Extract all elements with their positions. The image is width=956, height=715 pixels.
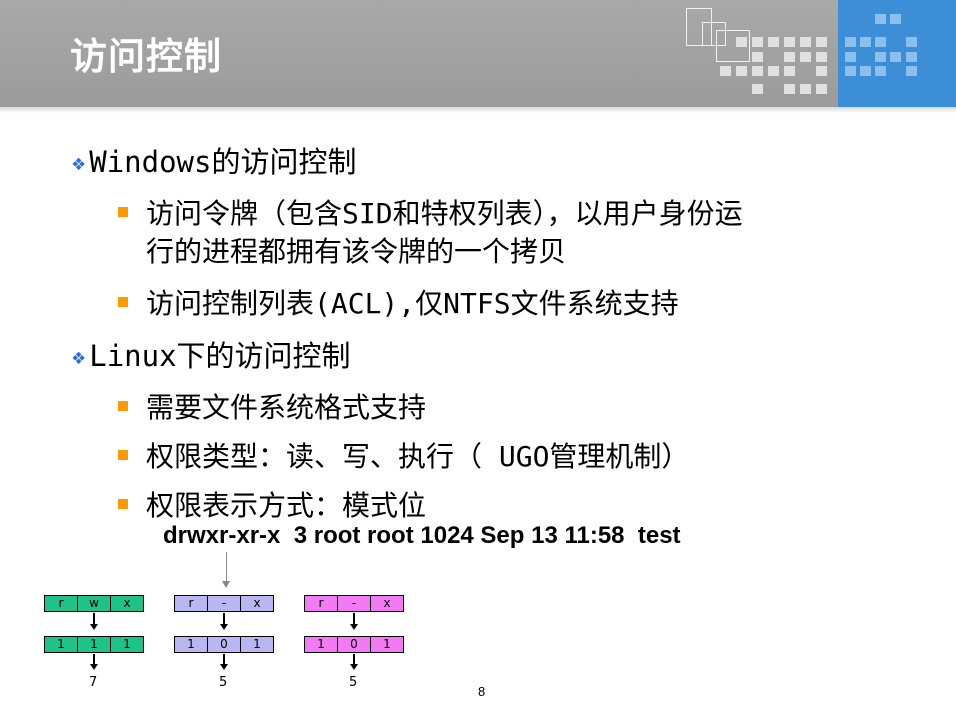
slide-title: 访问控制	[70, 35, 222, 78]
arrow-head	[90, 664, 98, 670]
square-bullet-icon	[118, 297, 128, 307]
perm-octal-value: 5	[219, 675, 228, 690]
perm-char-cell: r	[304, 595, 338, 612]
diamond-bullet-icon: ❖	[72, 345, 86, 370]
perm-bit-cell: 1	[304, 636, 338, 653]
bullet-text: Windows的访问控制	[89, 145, 357, 179]
square-bullet-icon	[118, 450, 128, 460]
perm-bit-cell: 1	[240, 636, 274, 653]
perm-bit-cell: 1	[174, 636, 208, 653]
sub-bullet-line: 行的进程都拥有该令牌的一个拷贝	[146, 235, 567, 268]
perm-char-cell: r	[174, 595, 208, 612]
perm-char-cell: x	[110, 595, 144, 612]
bullet-text: Linux下的访问控制	[89, 339, 351, 373]
arrow-head	[220, 624, 228, 630]
perm-char-cell: x	[370, 595, 404, 612]
sub-bullet-line: 访问令牌（包含SID和特权列表），以用户身份运	[146, 197, 743, 230]
perm-char-cell: r	[44, 595, 78, 612]
sub-bullet-line: 需要文件系统格式支持	[146, 391, 427, 424]
square-bullet-icon	[118, 499, 128, 509]
diamond-bullet-icon: ❖	[72, 151, 86, 176]
perm-char-cell: -	[207, 595, 241, 612]
perm-bit-cell: 1	[370, 636, 404, 653]
perm-bit-cell: 1	[77, 636, 111, 653]
sub-bullet-line: 访问控制列表(ACL),仅NTFS文件系统支持	[146, 287, 679, 320]
bullet-linux: ❖ Linux下的访问控制	[72, 338, 351, 378]
sub-bullet-line: 权限表示方式：模式位	[146, 489, 427, 522]
perm-bit-cell: 0	[337, 636, 371, 653]
page-number: 8	[478, 684, 486, 699]
header-divider	[0, 107, 956, 113]
perm-char-cell: w	[77, 595, 111, 612]
perm-bit-cell: 0	[207, 636, 241, 653]
sub-bullet-line: 权限类型：读、写、执行（ UGO管理机制）	[146, 440, 690, 473]
arrow-head	[350, 664, 358, 670]
arrow-head	[350, 624, 358, 630]
square-bullet-icon	[118, 401, 128, 411]
perm-bit-cell: 1	[44, 636, 78, 653]
perm-octal-value: 5	[349, 675, 358, 690]
perm-bit-cell: 1	[110, 636, 144, 653]
arrow-head	[90, 624, 98, 630]
perm-char-cell: x	[240, 595, 274, 612]
arrow-head	[220, 664, 228, 670]
permission-example: drwxr-xr-x 3 root root 1024 Sep 13 11:58…	[163, 522, 681, 549]
perm-char-cell: -	[337, 595, 371, 612]
square-bullet-icon	[118, 207, 128, 217]
perm-octal-value: 7	[89, 675, 98, 690]
bullet-windows: ❖ Windows的访问控制	[72, 144, 356, 184]
